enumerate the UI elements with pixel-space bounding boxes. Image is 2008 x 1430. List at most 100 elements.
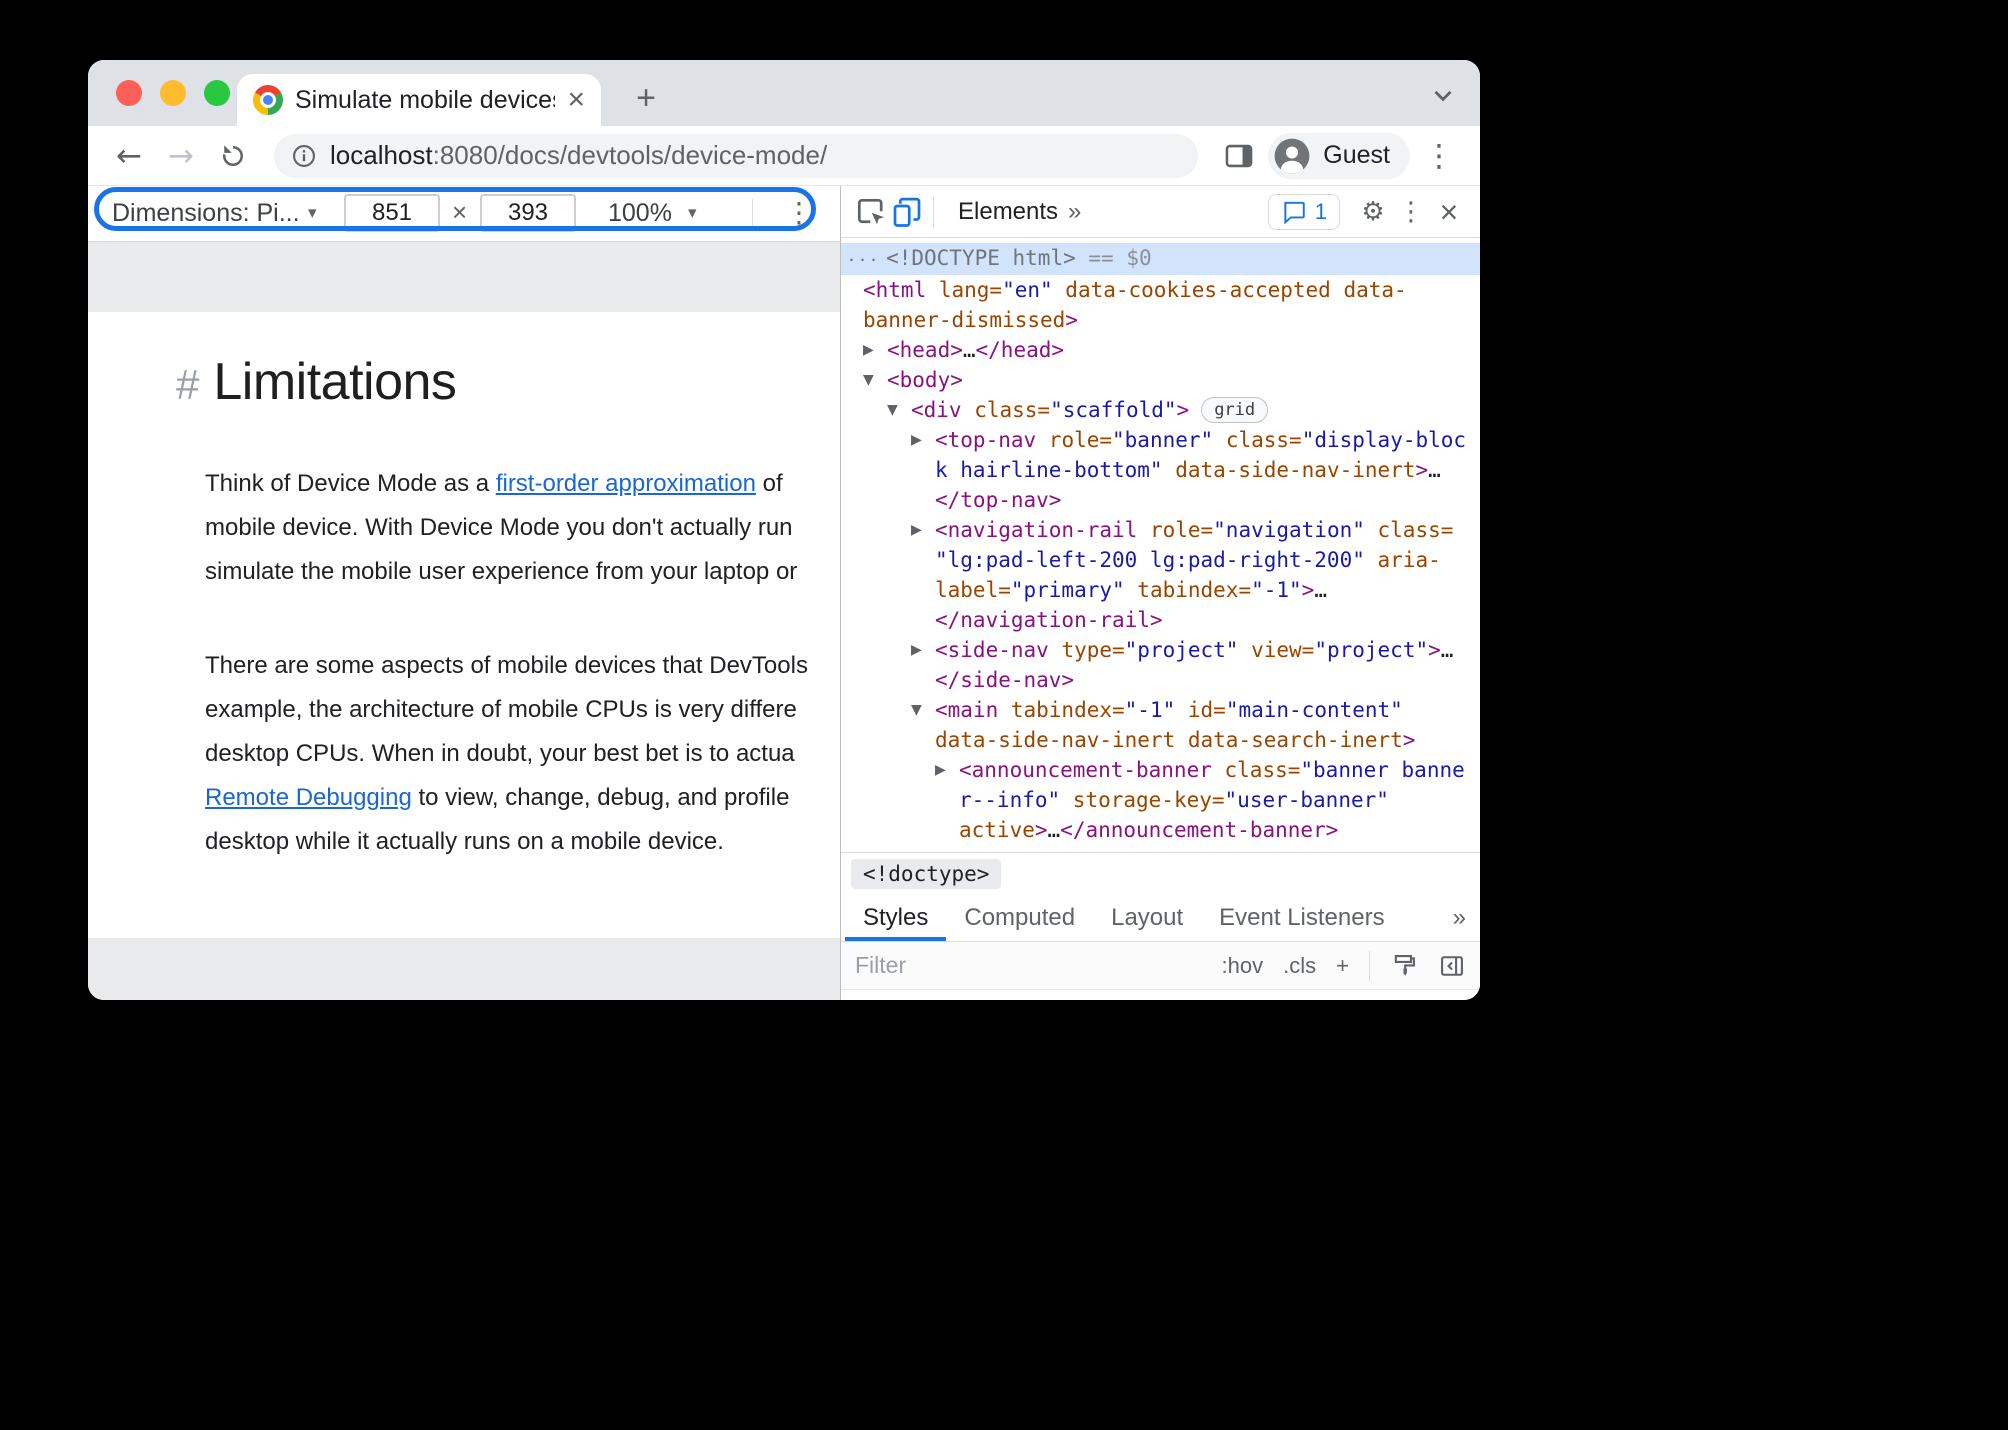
sidebar-toggle-icon[interactable] <box>1438 952 1466 980</box>
code-line: label="primary" tabindex="-1">… <box>935 575 1480 605</box>
close-window-button[interactable] <box>116 80 142 106</box>
expand-arrow-icon[interactable]: ▶ <box>935 755 946 785</box>
browser-menu-icon[interactable]: ⋮ <box>1416 133 1462 179</box>
forward-button[interactable]: → <box>158 133 204 179</box>
more-panels-chevron[interactable]: » <box>1068 198 1081 226</box>
dimensions-dropdown[interactable]: Dimensions: Pi... <box>112 199 300 228</box>
code-token: "lg:pad-left-200 lg:pad-right-200" <box>935 548 1365 572</box>
paragraph: There are some aspects of mobile devices… <box>205 644 808 864</box>
expand-arrow-icon[interactable]: ▶ <box>911 425 922 455</box>
code-token: <!DOCTYPE html> <box>886 246 1076 270</box>
code-token: </head> <box>975 338 1065 362</box>
code-line: r--info" storage-key="user-banner" <box>959 785 1480 815</box>
text-link[interactable]: first-order approximation <box>496 470 756 497</box>
code-token: class= <box>1213 428 1302 452</box>
code-line: data-side-nav-inert data-search-inert> <box>935 725 1480 755</box>
side-panel-icon[interactable] <box>1216 133 1262 179</box>
dom-tree-row[interactable]: ▶ <head>…</head> <box>841 335 1480 365</box>
expand-arrow-icon[interactable]: ▶ <box>911 635 922 665</box>
minimize-window-button[interactable] <box>160 80 186 106</box>
browser-tab[interactable]: Simulate mobile devices with D × <box>237 74 601 126</box>
styles-filter-input[interactable] <box>855 952 1202 979</box>
more-tabs-chevron[interactable]: » <box>1439 894 1480 941</box>
collapse-arrow-icon[interactable]: ▼ <box>863 365 874 395</box>
breadcrumb[interactable]: <!doctype> <box>851 858 1002 889</box>
dom-tree-row[interactable]: ▼ <div class="scaffold"> grid <box>841 395 1480 425</box>
dom-tree-row[interactable]: <html lang="en" data-cookies-accepted da… <box>841 275 1480 335</box>
tab-search-chevron-icon[interactable] <box>1428 80 1458 115</box>
paint-format-icon[interactable] <box>1390 952 1418 980</box>
dom-tree-row[interactable]: ▶ <side-nav type="project" view="project"… <box>841 635 1480 695</box>
inspect-element-icon[interactable] <box>853 194 889 230</box>
tab-event-listeners[interactable]: Event Listeners <box>1201 894 1402 941</box>
paragraph: Think of Device Mode as a first-order ap… <box>205 462 797 594</box>
collapse-arrow-icon[interactable]: ▼ <box>911 695 922 725</box>
issue-count: 1 <box>1314 198 1327 224</box>
page-text-line: example, the architecture of mobile CPUs… <box>205 688 808 732</box>
height-input[interactable] <box>480 194 576 232</box>
text-span: simulate the mobile user experience from… <box>205 558 798 585</box>
toggle-hover-state-button[interactable]: :hov <box>1222 953 1264 979</box>
code-token: label= <box>935 578 1011 602</box>
dom-tree-row[interactable]: ▼ <main tabindex="-1" id="main-content" da… <box>841 695 1480 755</box>
text-span: of <box>755 470 783 497</box>
zoom-caret-icon[interactable]: ▾ <box>688 203 697 223</box>
expand-arrow-icon[interactable]: ▶ <box>911 515 922 545</box>
maximize-window-button[interactable] <box>204 80 230 106</box>
dom-tree-row[interactable]: ▶ <navigation-rail role="navigation" clas… <box>841 515 1480 635</box>
dom-tree-row[interactable]: ▶ <announcement-banner class="banner bann… <box>841 755 1480 845</box>
new-style-rule-button[interactable]: + <box>1336 953 1349 979</box>
code-line: <body> <box>887 365 1480 395</box>
dom-tree-row[interactable]: ▼ <body> <box>841 365 1480 395</box>
code-token: data-cookies-accepted data- <box>1052 278 1407 302</box>
reload-button[interactable] <box>210 133 256 179</box>
tab-computed[interactable]: Computed <box>946 894 1093 941</box>
device-toolbar-toggle-icon[interactable] <box>889 194 925 230</box>
tab-close-icon[interactable]: × <box>567 85 585 115</box>
back-button[interactable]: ← <box>106 133 152 179</box>
width-input[interactable] <box>344 194 440 232</box>
code-token: storage-key= <box>1060 788 1225 812</box>
code-token: "project" <box>1314 638 1429 662</box>
dom-tree-row[interactable]: ▶ <top-nav role="banner" class="display-b… <box>841 425 1480 515</box>
code-token: > <box>1428 638 1441 662</box>
page-text-line: There are some aspects of mobile devices… <box>205 644 808 688</box>
code-token: … <box>1047 818 1061 842</box>
address-bar[interactable]: localhost:8080/docs/devtools/device-mode… <box>274 133 1199 178</box>
code-token: <announcement-banner <box>959 758 1212 782</box>
dimensions-caret-icon[interactable]: ▾ <box>308 203 317 223</box>
code-token: == $0 <box>1075 246 1152 270</box>
tab-styles[interactable]: Styles <box>845 894 946 941</box>
tab-layout[interactable]: Layout <box>1093 894 1201 941</box>
code-token: "scaffold" <box>1050 398 1177 422</box>
code-token: <div <box>911 398 962 422</box>
code-token: "navigation" <box>1213 518 1365 542</box>
collapse-arrow-icon[interactable]: ▼ <box>887 395 898 425</box>
devtools-settings-icon[interactable]: ⚙ <box>1354 197 1392 227</box>
toolbar-divider <box>752 199 753 229</box>
expand-arrow-icon[interactable]: ▶ <box>863 335 874 365</box>
browser-window: Simulate mobile devices with D × + ← → l… <box>88 60 1480 1000</box>
profile-button[interactable]: Guest <box>1268 132 1410 179</box>
chrome-logo-icon <box>253 85 283 115</box>
devtools-close-icon[interactable]: × <box>1430 196 1468 228</box>
tab-strip: Simulate mobile devices with D × + <box>88 60 1480 126</box>
heading-anchor[interactable]: # <box>176 361 199 409</box>
console-issues-chip[interactable]: 1 <box>1267 193 1340 230</box>
guest-label: Guest <box>1323 141 1390 169</box>
new-tab-button[interactable]: + <box>622 74 670 122</box>
code-token: ··· <box>847 251 881 269</box>
tab-elements[interactable]: Elements <box>958 198 1058 226</box>
code-token: … <box>1428 458 1441 482</box>
devtools-menu-icon[interactable]: ⋮ <box>1392 197 1430 227</box>
code-line: banner-dismissed> <box>863 305 1480 335</box>
zoom-dropdown[interactable]: 100% <box>608 199 672 228</box>
site-info-icon[interactable] <box>290 142 318 170</box>
device-toolbar-menu-icon[interactable]: ⋮ <box>778 196 820 229</box>
text-link[interactable]: Remote Debugging <box>205 784 412 811</box>
toggle-class-button[interactable]: .cls <box>1283 953 1316 979</box>
devtools-toolbar: Elements » 1 ⚙ ⋮ × <box>841 186 1480 238</box>
grid-badge[interactable]: grid <box>1201 397 1269 423</box>
dom-tree-row[interactable]: ··· <!DOCTYPE html> == $0 <box>841 243 1480 275</box>
code-token: </announcement-banner> <box>1060 818 1339 842</box>
